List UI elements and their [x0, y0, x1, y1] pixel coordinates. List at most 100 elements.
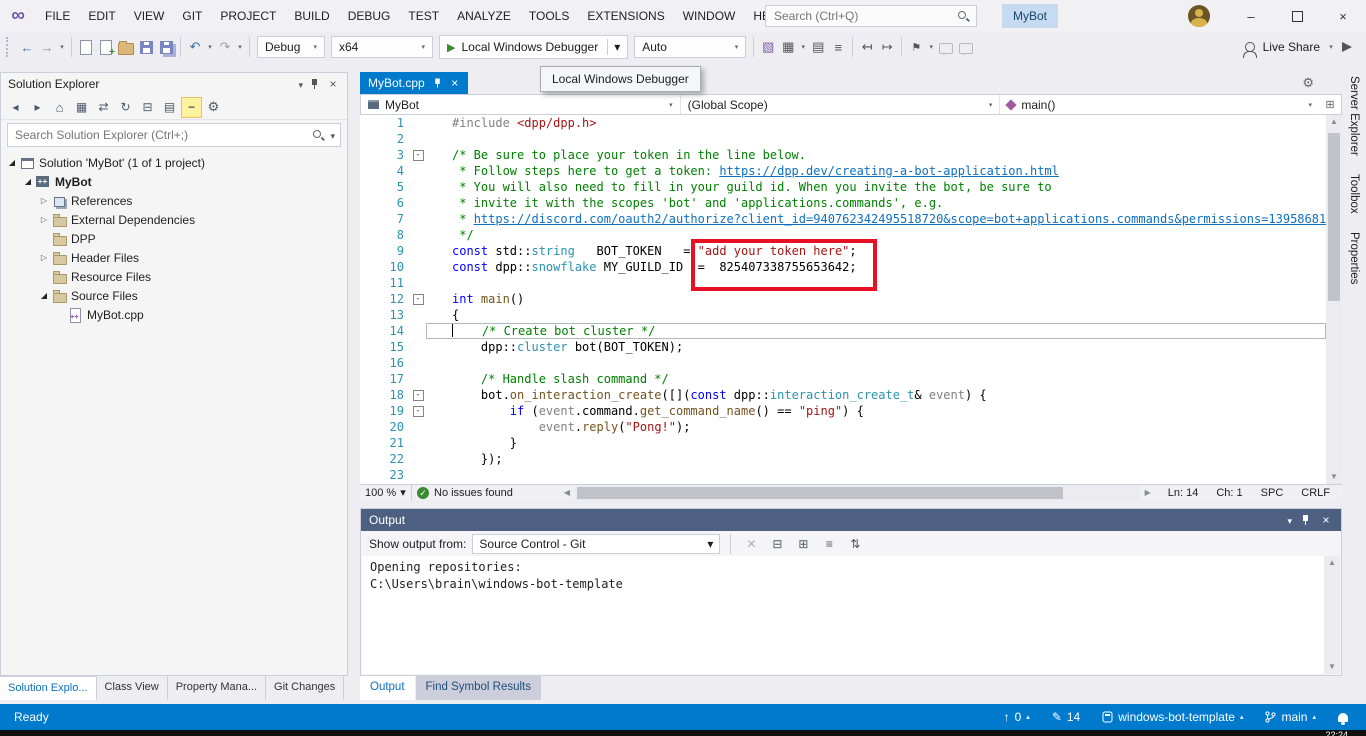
menu-git[interactable]: GIT: [173, 0, 211, 32]
code-text[interactable]: #include <dpp/dpp.h>: [426, 115, 1326, 131]
solution-configuration-dropdown[interactable]: Debug▾: [257, 36, 325, 58]
left-tab-class-view[interactable]: Class View: [97, 676, 168, 700]
menu-test[interactable]: TEST: [399, 0, 448, 32]
show-all-files-icon[interactable]: [159, 97, 180, 118]
menu-window[interactable]: WINDOW: [674, 0, 745, 32]
live-share-dropdown-icon[interactable]: ▾: [1326, 36, 1336, 58]
scrollbar-thumb[interactable]: [1328, 133, 1340, 301]
output-vertical-scrollbar[interactable]: ▲ ▼: [1324, 556, 1340, 674]
menu-analyze[interactable]: ANALYZE: [448, 0, 520, 32]
tree-collapsed-icon[interactable]: [37, 215, 51, 224]
line-number[interactable]: 6: [360, 195, 410, 211]
menu-project[interactable]: PROJECT: [211, 0, 285, 32]
scrollbar-thumb[interactable]: [577, 487, 1063, 499]
line-number[interactable]: 4: [360, 163, 410, 179]
tree-item-header-files[interactable]: Header Files: [1, 248, 347, 267]
code-text[interactable]: /* Be sure to place your token in the li…: [426, 147, 1326, 163]
project-dropdown[interactable]: MyBot ▾: [361, 95, 681, 114]
scroll-right-icon[interactable]: ▶: [1140, 488, 1156, 497]
quick-search-input[interactable]: [772, 8, 957, 24]
menu-view[interactable]: VIEW: [125, 0, 174, 32]
window-layout-icon[interactable]: [778, 36, 798, 58]
collapse-all-icon[interactable]: [137, 97, 158, 118]
document-outline-toggle-icon[interactable]: [1319, 95, 1341, 114]
tree-expanded-icon[interactable]: [5, 158, 19, 167]
line-number[interactable]: 17: [360, 371, 410, 387]
zoom-dropdown[interactable]: 100 %▾: [360, 485, 412, 501]
toolbar-grip[interactable]: [6, 37, 12, 57]
tree-item-resource-files[interactable]: Resource Files: [1, 267, 347, 286]
open-file-icon[interactable]: [116, 36, 136, 58]
navigate-backward-icon[interactable]: [17, 36, 37, 58]
code-text[interactable]: * You will also need to fill in your gui…: [426, 179, 1326, 195]
right-tab-toolbox[interactable]: Toolbox: [1348, 174, 1360, 214]
code-text[interactable]: * Follow steps here to get a token: http…: [426, 163, 1326, 179]
back-icon[interactable]: [5, 97, 26, 118]
code-text[interactable]: [426, 467, 1326, 483]
code-text[interactable]: const dpp::snowflake MY_GUILD_ID = 82540…: [426, 259, 1326, 275]
close-button[interactable]: ×: [1320, 0, 1366, 32]
menu-edit[interactable]: EDIT: [79, 0, 124, 32]
line-number[interactable]: 8: [360, 227, 410, 243]
scroll-up-icon[interactable]: ▲: [1326, 115, 1342, 129]
scroll-down-icon[interactable]: ▼: [1324, 660, 1340, 674]
code-text[interactable]: */: [426, 227, 1326, 243]
code-text[interactable]: int main(): [426, 291, 1326, 307]
line-number[interactable]: 5: [360, 179, 410, 195]
debug-target-dropdown-icon[interactable]: ▾: [614, 40, 620, 54]
save-all-icon[interactable]: [156, 36, 176, 58]
document-outline-icon[interactable]: [808, 36, 828, 58]
start-debugging-button[interactable]: ▶ Local Windows Debugger ▾: [439, 35, 628, 59]
uncomment-icon[interactable]: [956, 36, 976, 58]
close-tab-icon[interactable]: ×: [450, 76, 460, 90]
window-position-icon[interactable]: [1287, 513, 1292, 527]
word-wrap-icon[interactable]: [819, 534, 839, 554]
line-number[interactable]: 1: [360, 115, 410, 131]
pin-icon[interactable]: [1300, 514, 1311, 526]
code-text[interactable]: }: [426, 435, 1326, 451]
maximize-button[interactable]: [1274, 0, 1320, 32]
outgoing-commits-button[interactable]: 0 ▴: [1004, 710, 1030, 724]
user-avatar[interactable]: [1188, 5, 1210, 27]
tree-item-dpp[interactable]: DPP: [1, 229, 347, 248]
fold-collapse-icon[interactable]: -: [413, 150, 424, 161]
tree-item-mybot[interactable]: MyBot: [1, 172, 347, 191]
code-text[interactable]: [426, 355, 1326, 371]
tree-item-external-dependencies[interactable]: External Dependencies: [1, 210, 347, 229]
forward-icon[interactable]: [27, 97, 48, 118]
line-number[interactable]: 10: [360, 259, 410, 275]
undo-icon[interactable]: [185, 36, 205, 58]
redo-dropdown-icon[interactable]: ▾: [235, 36, 245, 58]
scroll-left-icon[interactable]: ◀: [559, 488, 575, 497]
branch-button[interactable]: main ▴: [1265, 710, 1316, 724]
code-text[interactable]: if (event.command.get_command_name() == …: [426, 403, 1326, 419]
tree-collapsed-icon[interactable]: [37, 196, 51, 205]
pin-tab-icon[interactable]: [432, 78, 442, 89]
code-text[interactable]: {: [426, 307, 1326, 323]
editor-horizontal-scrollbar[interactable]: [575, 485, 1140, 501]
right-tab-properties[interactable]: Properties: [1348, 232, 1360, 284]
bookmark-icon[interactable]: [906, 36, 926, 58]
code-editor[interactable]: 1#include <dpp/dpp.h>23-/* Be sure to pl…: [360, 115, 1326, 484]
line-ending-indicator[interactable]: CRLF: [1301, 487, 1330, 499]
switch-views-icon[interactable]: [71, 97, 92, 118]
quick-search[interactable]: [765, 5, 977, 27]
code-text[interactable]: dpp::cluster bot(BOT_TOKEN);: [426, 339, 1326, 355]
code-text[interactable]: /* Create bot cluster */: [426, 323, 1326, 339]
line-number[interactable]: 18: [360, 387, 410, 403]
left-tab-property-mana[interactable]: Property Mana...: [168, 676, 266, 700]
pin-icon[interactable]: [309, 78, 320, 90]
tree-collapsed-icon[interactable]: [37, 253, 51, 262]
tree-item-mybot-cpp[interactable]: MyBot.cpp: [1, 305, 347, 324]
fold-collapse-icon[interactable]: -: [413, 406, 424, 417]
menu-build[interactable]: BUILD: [285, 0, 338, 32]
tab-mybot-cpp[interactable]: MyBot.cpp ×: [360, 72, 468, 94]
properties-icon[interactable]: [203, 97, 224, 118]
refresh-icon[interactable]: [115, 97, 136, 118]
menu-file[interactable]: FILE: [36, 0, 79, 32]
code-text[interactable]: });: [426, 451, 1326, 467]
line-number[interactable]: 3: [360, 147, 410, 163]
window-position-icon[interactable]: [298, 77, 303, 91]
editor-vertical-scrollbar[interactable]: ▲ ▼: [1326, 115, 1342, 484]
send-feedback-icon[interactable]: [1342, 42, 1352, 52]
